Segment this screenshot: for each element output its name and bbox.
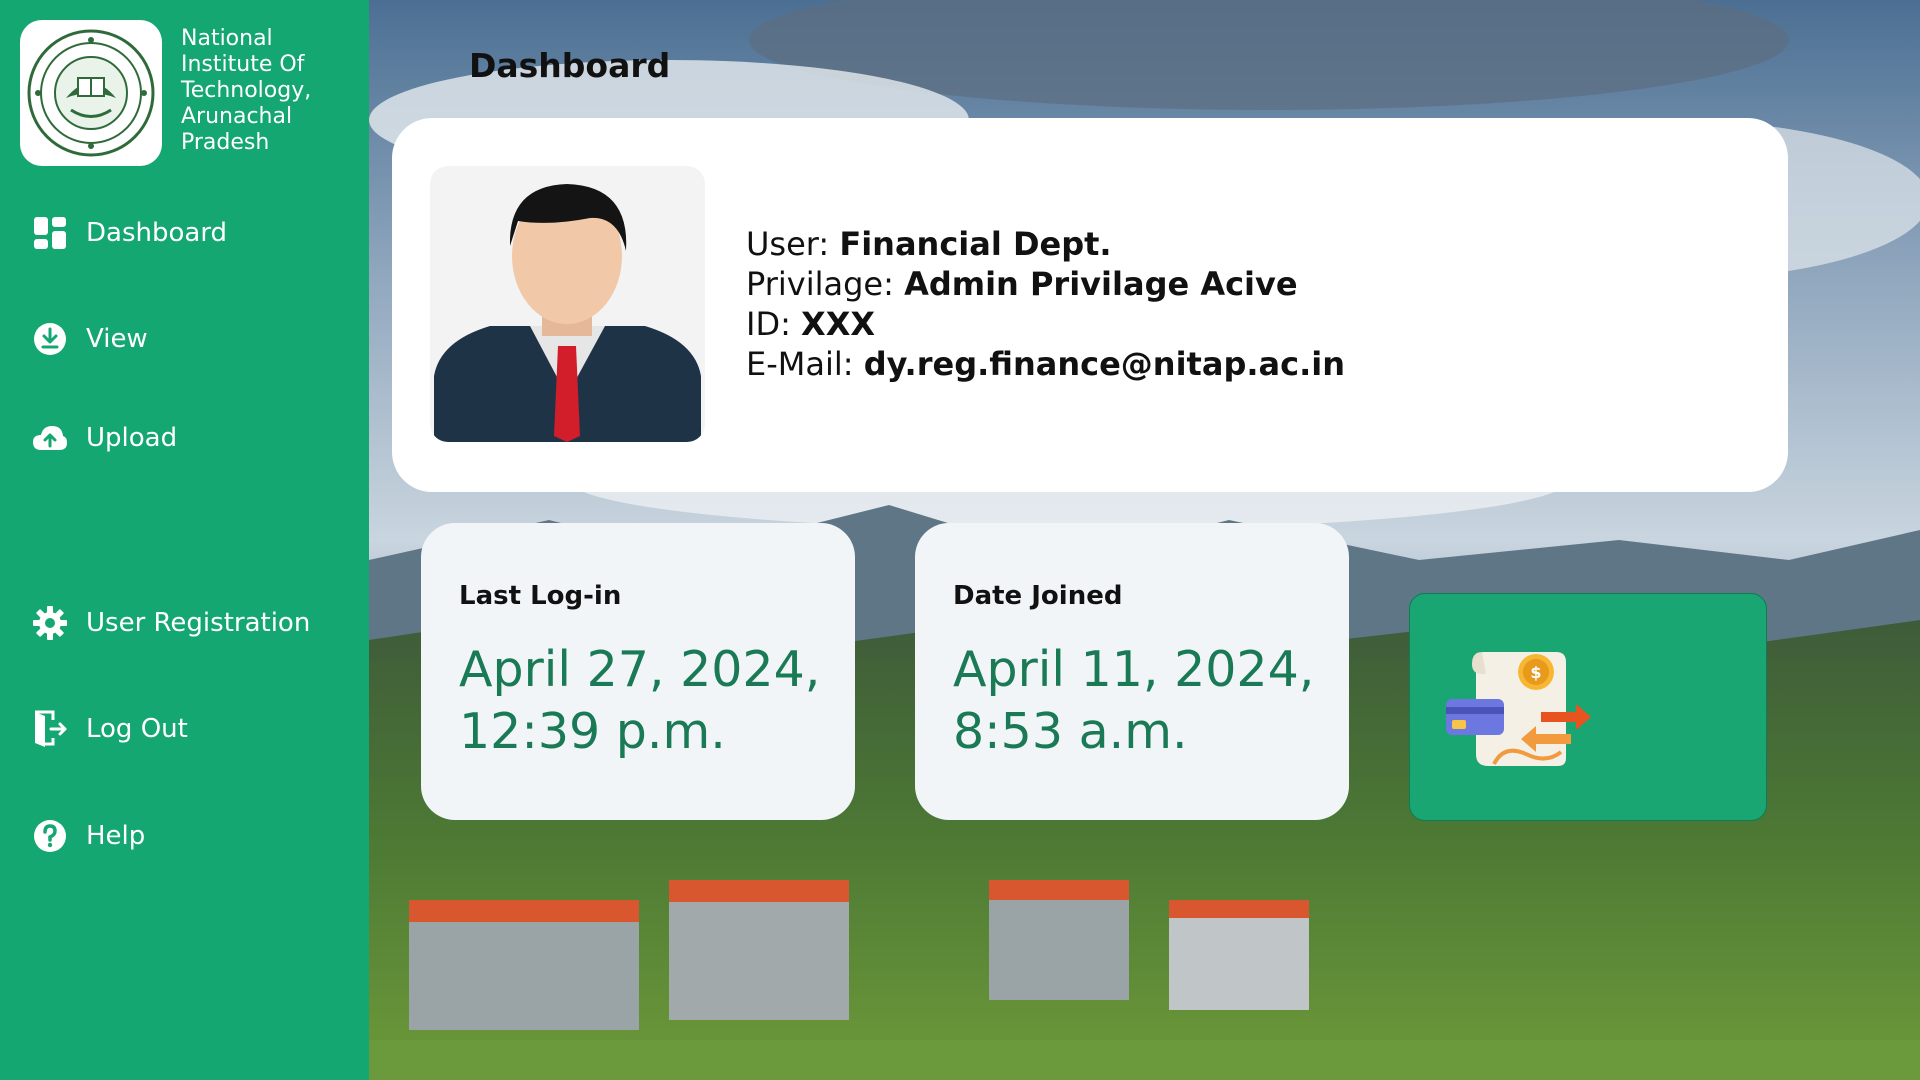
date-joined-date: April 11, 2024, bbox=[953, 641, 1315, 698]
institute-logo[interactable] bbox=[20, 20, 162, 166]
profile-user-row: User: Financial Dept. bbox=[746, 224, 1345, 264]
cloud-upload-icon bbox=[30, 418, 70, 458]
sidebar-item-dashboard[interactable]: Dashboard bbox=[30, 209, 227, 257]
profile-privilege-row: Privilage: Admin Privilage Acive bbox=[746, 264, 1345, 304]
avatar bbox=[430, 166, 705, 442]
page-title: Dashboard bbox=[469, 46, 671, 85]
privilege-value: Admin Privilage Acive bbox=[904, 265, 1298, 303]
sidebar-item-label: Upload bbox=[86, 423, 178, 453]
id-label: ID: bbox=[746, 305, 791, 343]
download-circle-icon bbox=[30, 319, 70, 359]
date-joined-time: 8:53 a.m. bbox=[953, 703, 1188, 760]
sidebar-item-label: Log Out bbox=[86, 714, 188, 744]
profile-card: User: Financial Dept. Privilage: Admin P… bbox=[392, 118, 1788, 492]
logout-door-icon bbox=[30, 709, 70, 749]
date-joined-value: April 11, 2024, 8:53 a.m. bbox=[953, 639, 1333, 763]
profile-email-row: E-Mail: dy.reg.finance@nitap.ac.in bbox=[746, 344, 1345, 384]
gear-icon bbox=[30, 603, 70, 643]
last-login-card: Last Log-in April 27, 2024, 12:39 p.m. bbox=[421, 523, 855, 820]
institute-name-line: Pradesh bbox=[181, 130, 270, 155]
user-value: Financial Dept. bbox=[839, 225, 1112, 263]
svg-text:$: $ bbox=[1530, 663, 1541, 682]
institute-name-line: National bbox=[181, 26, 273, 51]
finance-transaction-icon: $ bbox=[1446, 652, 1591, 766]
sidebar-item-label: Dashboard bbox=[86, 218, 228, 248]
last-login-date: April 27, 2024, bbox=[459, 641, 821, 698]
institute-name-line: Institute Of bbox=[181, 52, 305, 77]
email-value: dy.reg.finance@nitap.ac.in bbox=[863, 345, 1345, 383]
main-content: Dashboard User: Financial Dept. Privilag… bbox=[369, 0, 1920, 1080]
user-avatar-icon bbox=[434, 184, 701, 442]
institute-name-line: Technology, bbox=[181, 78, 312, 103]
date-joined-card: Date Joined April 11, 2024, 8:53 a.m. bbox=[915, 523, 1349, 820]
email-label: E-Mail: bbox=[746, 345, 854, 383]
user-label: User: bbox=[746, 225, 830, 263]
sidebar-item-upload[interactable]: Upload bbox=[30, 414, 177, 462]
sidebar: National Institute Of Technology, Arunac… bbox=[0, 0, 369, 1080]
last-login-value: April 27, 2024, 12:39 p.m. bbox=[459, 639, 839, 763]
sidebar-item-user-registration[interactable]: User Registration bbox=[30, 599, 310, 647]
privilege-label: Privilage: bbox=[746, 265, 894, 303]
last-login-label: Last Log-in bbox=[459, 581, 622, 611]
date-joined-label: Date Joined bbox=[953, 581, 1123, 611]
help-circle-icon bbox=[30, 816, 70, 856]
profile-id-row: ID: XXX bbox=[746, 304, 1345, 344]
sidebar-item-label: User Registration bbox=[86, 608, 311, 638]
institute-name-line: Arunachal bbox=[181, 104, 293, 129]
sidebar-item-help[interactable]: Help bbox=[30, 812, 145, 860]
finance-tile-button[interactable]: $ bbox=[1409, 593, 1767, 821]
id-value: XXX bbox=[801, 305, 876, 343]
sidebar-item-logout[interactable]: Log Out bbox=[30, 705, 188, 753]
sidebar-item-label: View bbox=[86, 324, 148, 354]
dashboard-grid-icon bbox=[30, 213, 70, 253]
last-login-time: 12:39 p.m. bbox=[459, 703, 726, 760]
institute-name: National Institute Of Technology, Arunac… bbox=[181, 26, 361, 156]
profile-info: User: Financial Dept. Privilage: Admin P… bbox=[746, 224, 1345, 384]
sidebar-item-label: Help bbox=[86, 821, 146, 851]
sidebar-item-view[interactable]: View bbox=[30, 315, 148, 363]
institute-seal-icon bbox=[27, 29, 155, 157]
